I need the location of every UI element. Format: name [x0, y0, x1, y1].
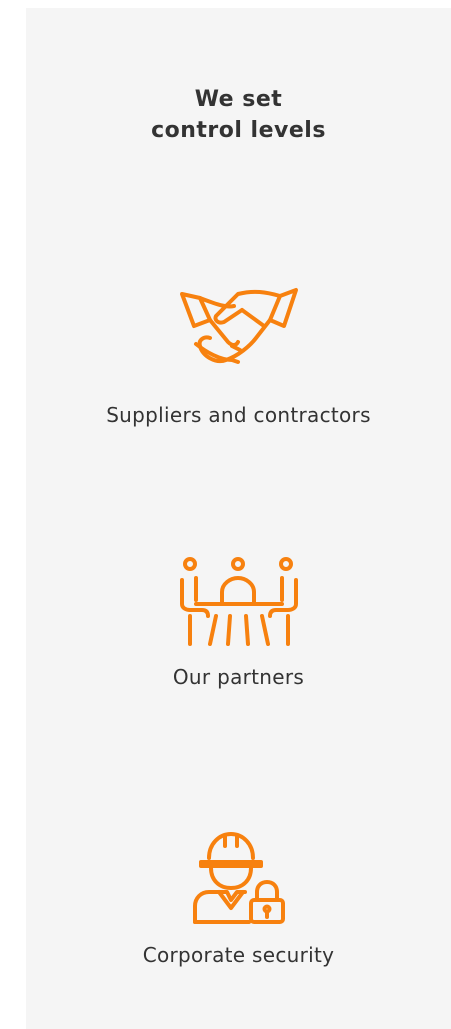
handshake-icon	[179, 288, 298, 364]
control-level-label: Corporate security	[142, 943, 335, 967]
control-level-suppliers: Suppliers and contractors	[26, 286, 451, 428]
worker-lock-icon	[192, 832, 285, 924]
control-level-security: Corporate security	[26, 832, 451, 968]
section-heading: We set control levels	[26, 84, 451, 146]
meeting-table-icon	[179, 557, 298, 646]
control-level-label: Our partners	[172, 665, 305, 689]
heading-line-1: We set	[194, 87, 283, 112]
heading-line-2: control levels	[151, 118, 326, 143]
control-levels-card: We set control levels Suppliers and cont…	[26, 8, 451, 1029]
control-level-partners: Our partners	[26, 556, 451, 690]
control-level-label: Suppliers and contractors	[106, 403, 371, 427]
